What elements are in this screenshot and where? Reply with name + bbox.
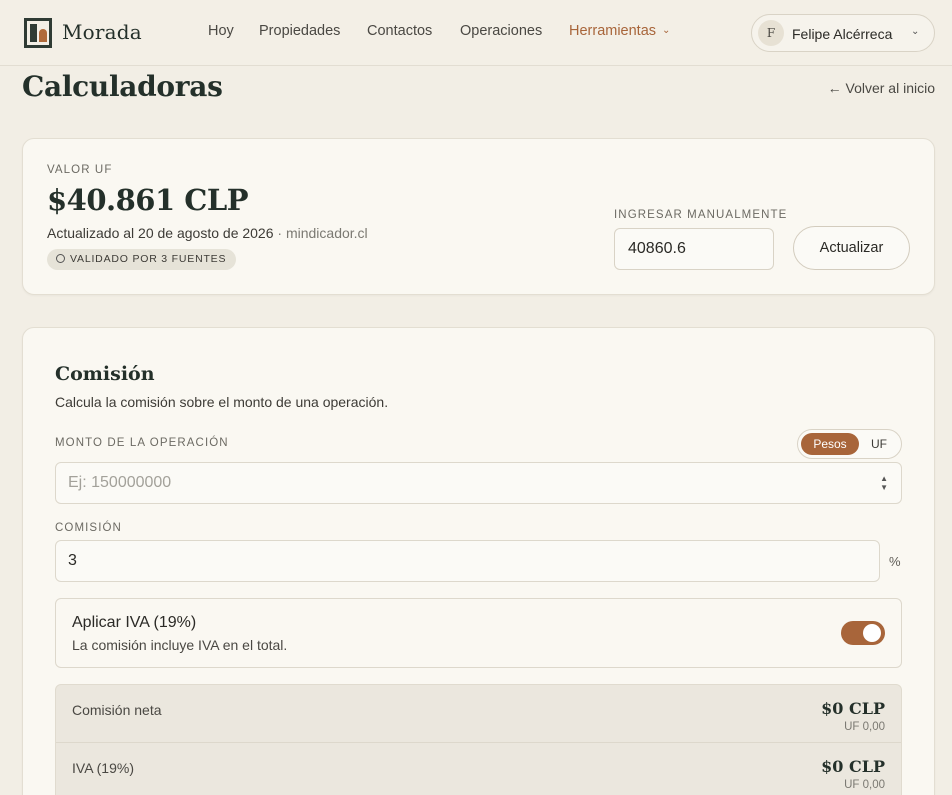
summary-value-uf: UF 0,00 [844, 779, 885, 791]
summary-label: Comisión neta [72, 702, 162, 718]
uf-source: · mindicador.cl [273, 225, 368, 241]
morada-logo-icon[interactable] [24, 18, 52, 48]
user-menu-button[interactable]: F Felipe Alcérreca ⌄ [751, 14, 935, 52]
validation-badge-label: VALIDADO POR 3 FUENTES [70, 253, 227, 265]
avatar: F [758, 20, 784, 46]
chevron-down-icon: ⌄ [911, 26, 920, 37]
nav-propiedades[interactable]: Propiedades [259, 23, 340, 39]
commission-rate-label: COMISIÓN [55, 522, 122, 534]
iva-subtitle: La comisión incluye IVA en el total. [72, 637, 288, 653]
nav-hoy[interactable]: Hoy [208, 23, 234, 39]
commission-rate-input[interactable]: 3 [55, 540, 880, 582]
currency-option-pesos[interactable]: Pesos [801, 433, 859, 455]
iva-toggle[interactable] [841, 621, 885, 645]
summary-value-clp: $0 CLP [821, 699, 885, 718]
summary-value-uf: UF 0,00 [844, 721, 885, 733]
uf-updated-date: Actualizado al 20 de agosto de 2026 [47, 225, 274, 241]
user-name: Felipe Alcérreca [792, 26, 893, 42]
manual-input-label: INGRESAR MANUALMENTE [614, 209, 788, 221]
page-title: Calculadoras [22, 70, 223, 103]
toggle-knob [863, 624, 881, 642]
commission-summary: Comisión neta $0 CLP UF 0,00 IVA (19%) $… [55, 684, 902, 795]
top-navbar: Morada Hoy Propiedades Contactos Operaci… [0, 0, 952, 66]
summary-row: IVA (19%) $0 CLP UF 0,00 [56, 742, 901, 795]
back-to-home-link[interactable]: ← Volver al inicio [828, 80, 935, 96]
manual-uf-input[interactable]: 40860.6 [614, 228, 774, 270]
summary-row: Comisión neta $0 CLP UF 0,00 [56, 685, 901, 741]
summary-value-clp: $0 CLP [821, 757, 885, 776]
amount-label: MONTO DE LA OPERACIÓN [55, 437, 229, 449]
nav-herramientas-label: Herramientas [569, 23, 657, 39]
validation-badge: VALIDADO POR 3 FUENTES [47, 249, 237, 270]
commission-title: Comisión [55, 363, 155, 385]
uf-updated-text: Actualizado al 20 de agosto de 2026 · mi… [47, 225, 368, 241]
amount-placeholder: Ej: 150000000 [68, 474, 172, 491]
currency-toggle: Pesos UF [797, 429, 902, 459]
uf-label: VALOR UF [47, 164, 113, 176]
chevron-down-icon: ⌄ [662, 25, 671, 36]
nav-herramientas[interactable]: Herramientas ⌄ [569, 23, 670, 39]
amount-input[interactable]: Ej: 150000000 ▲ ▼ [55, 462, 902, 504]
currency-option-uf[interactable]: UF [864, 433, 894, 455]
check-circle-icon [56, 254, 65, 263]
iva-option: Aplicar IVA (19%) La comisión incluye IV… [55, 598, 902, 668]
commission-calculator-card: Comisión Calcula la comisión sobre el mo… [22, 327, 935, 795]
commission-description: Calcula la comisión sobre el monto de un… [55, 394, 389, 410]
nav-operaciones[interactable]: Operaciones [460, 23, 542, 39]
uf-value: $40.861 CLP [47, 183, 249, 217]
number-spinner-icon[interactable]: ▲ ▼ [880, 474, 888, 492]
iva-title: Aplicar IVA (19%) [72, 614, 197, 631]
summary-label: IVA (19%) [72, 760, 134, 776]
uf-value-card: VALOR UF $40.861 CLP Actualizado al 20 d… [22, 138, 935, 295]
update-button[interactable]: Actualizar [793, 226, 910, 270]
nav-contactos[interactable]: Contactos [367, 23, 432, 39]
percent-sign: % [889, 554, 901, 569]
brand-name[interactable]: Morada [62, 20, 142, 44]
